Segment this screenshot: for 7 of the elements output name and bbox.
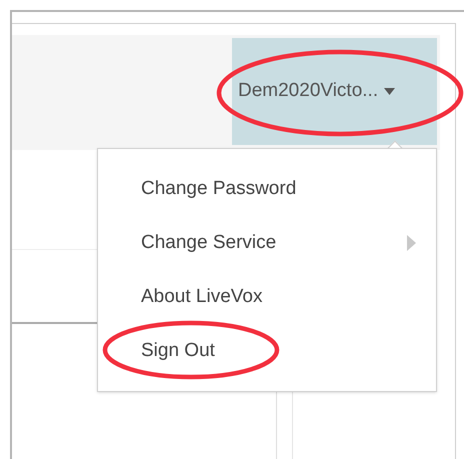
caret-icon <box>384 88 396 95</box>
menu-item[interactable]: About LiveVox <box>98 270 436 324</box>
menu-item[interactable]: Change Password <box>98 162 436 216</box>
menu-item[interactable]: Sign Out <box>98 324 436 378</box>
submenu-arrow-icon <box>407 235 416 251</box>
user-menu-button[interactable]: Dem2020Victo... <box>232 38 437 145</box>
menu-item[interactable]: Change Service <box>98 216 436 270</box>
